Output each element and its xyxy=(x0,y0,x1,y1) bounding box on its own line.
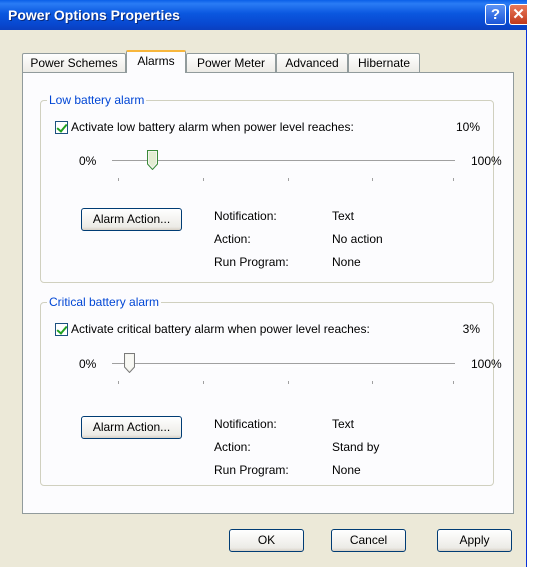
low-notification-label: Notification: xyxy=(214,209,277,223)
apply-button[interactable]: Apply xyxy=(437,529,512,552)
cancel-button[interactable]: Cancel xyxy=(331,529,406,552)
critical-slider-tick xyxy=(288,381,289,384)
critical-slider-max-label: 100% xyxy=(471,357,502,371)
low-slider-tick xyxy=(288,178,289,181)
tab-hibernate[interactable]: Hibernate xyxy=(348,53,420,72)
ok-button[interactable]: OK xyxy=(229,529,304,552)
low-battery-group-label: Low battery alarm xyxy=(47,93,147,107)
low-notification-value: Text xyxy=(332,209,355,223)
low-slider-tick xyxy=(203,178,204,181)
low-battery-group: Low battery alarm Activate low battery a… xyxy=(40,93,502,283)
critical-slider-tick xyxy=(203,381,204,384)
critical-slider-tick xyxy=(453,381,454,384)
low-slider-tick xyxy=(372,178,373,181)
critical-slider-tick xyxy=(118,381,119,384)
critical-action-value: Stand by xyxy=(332,440,380,454)
low-run-program-value: None xyxy=(332,255,361,269)
critical-slider-tick xyxy=(372,381,373,384)
close-button[interactable]: ✕ xyxy=(509,4,527,25)
low-battery-checkbox[interactable] xyxy=(55,121,68,134)
critical-battery-group: Critical battery alarm Activate critical… xyxy=(40,295,502,486)
critical-run-program-label: Run Program: xyxy=(214,463,289,477)
power-options-window: Power Options Properties ? ✕ Power Schem… xyxy=(0,0,527,567)
critical-slider-min-label: 0% xyxy=(79,357,97,371)
low-slider-min-label: 0% xyxy=(79,154,97,168)
low-slider-thumb[interactable] xyxy=(146,150,158,170)
tab-alarms[interactable]: Alarms xyxy=(126,50,186,73)
title-bar[interactable]: Power Options Properties ? ✕ xyxy=(0,0,527,30)
critical-battery-group-label: Critical battery alarm xyxy=(47,295,162,309)
critical-alarm-action-button[interactable]: Alarm Action... xyxy=(81,416,182,439)
low-slider-tick xyxy=(453,178,454,181)
critical-battery-checkbox-label[interactable]: Activate critical battery alarm when pow… xyxy=(71,322,370,336)
critical-notification-value: Text xyxy=(332,417,355,431)
critical-battery-level: 3% xyxy=(462,322,480,336)
critical-slider-track[interactable] xyxy=(112,363,455,367)
low-slider-max-label: 100% xyxy=(471,154,502,168)
window-title: Power Options Properties xyxy=(8,7,180,23)
low-battery-level: 10% xyxy=(455,120,480,134)
low-slider-tick xyxy=(118,178,119,181)
low-alarm-action-button[interactable]: Alarm Action... xyxy=(81,208,182,231)
critical-slider-thumb[interactable] xyxy=(124,353,136,373)
tab-advanced[interactable]: Advanced xyxy=(276,53,348,72)
tab-power-schemes[interactable]: Power Schemes xyxy=(22,53,126,72)
low-slider-track[interactable] xyxy=(112,160,455,164)
critical-battery-checkbox[interactable] xyxy=(55,323,68,336)
low-action-label: Action: xyxy=(214,232,251,246)
low-action-value: No action xyxy=(332,232,383,246)
critical-notification-label: Notification: xyxy=(214,417,277,431)
help-button[interactable]: ? xyxy=(485,4,506,25)
critical-action-label: Action: xyxy=(214,440,251,454)
critical-run-program-value: None xyxy=(332,463,361,477)
low-run-program-label: Run Program: xyxy=(214,255,289,269)
low-battery-checkbox-label[interactable]: Activate low battery alarm when power le… xyxy=(71,120,354,134)
tab-power-meter[interactable]: Power Meter xyxy=(186,53,276,72)
alarms-panel: Low battery alarm Activate low battery a… xyxy=(22,72,514,514)
